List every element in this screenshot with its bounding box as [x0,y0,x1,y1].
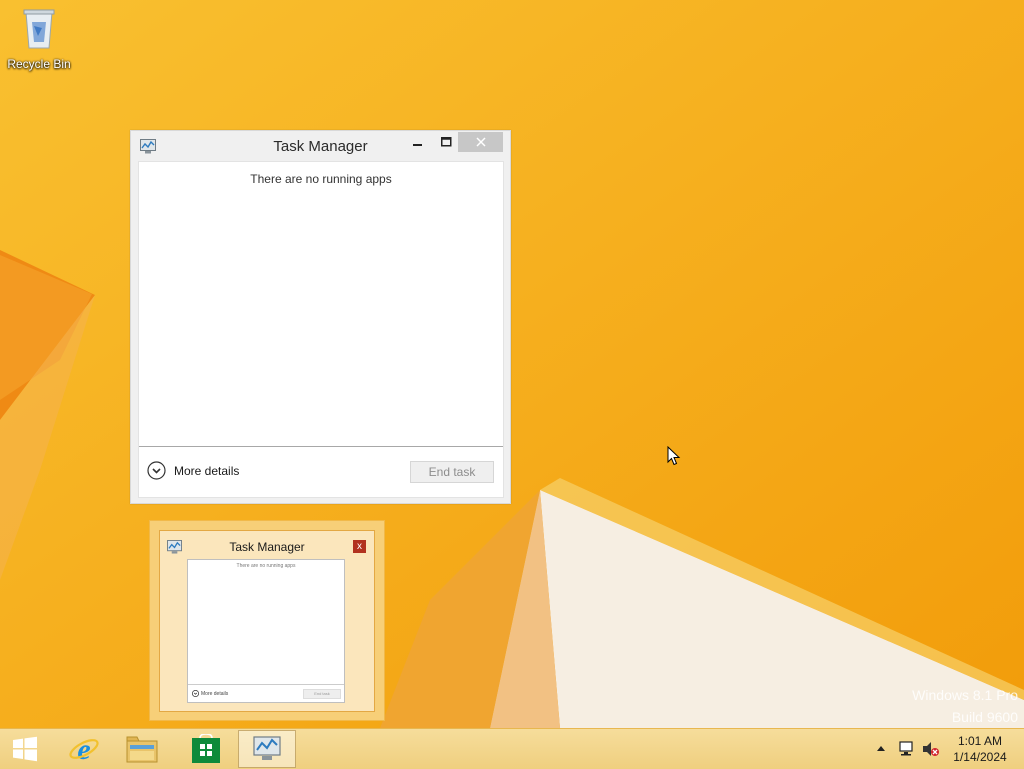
file-explorer-icon [126,736,158,763]
preview-title: Task Manager [229,540,305,554]
preview-more-details: More details [192,690,228,697]
windows-watermark: Windows 8.1 Pro Build 9600 [912,684,1018,728]
maximize-icon [440,137,451,147]
watermark-edition: Windows 8.1 Pro [912,687,1018,703]
task-manager-footer: More details End task [139,446,503,498]
preview-more-details-label: More details [201,690,229,697]
preview-thumbnail-message: There are no running apps [236,563,296,569]
recycle-bin-label: Recycle Bin [7,57,71,71]
windows-store-icon [192,734,220,763]
svg-text:e: e [77,733,90,765]
close-icon [475,137,486,147]
task-manager-window[interactable]: Task Manager There are no running apps M… [130,130,511,504]
watermark-build: Build 9600 [951,709,1018,725]
no-running-apps-message: There are no running apps [250,172,392,186]
system-clock[interactable]: 1:01 AM 1/14/2024 [948,733,1012,765]
show-hidden-icons-chevron[interactable] [876,744,886,752]
chevron-down-circle-icon [192,690,199,697]
minimize-button[interactable] [407,132,429,152]
taskbar-task-manager[interactable] [238,730,296,768]
title-bar[interactable]: Task Manager [131,131,510,161]
minimize-icon [413,144,422,146]
internet-explorer-icon: e [69,733,99,765]
task-list-area: There are no running apps More details E… [138,161,504,498]
preview-frame[interactable]: Task Manager x There are no running apps… [159,530,375,712]
network-icon[interactable] [898,741,916,757]
windows-start-icon [13,736,37,762]
desktop: Recycle Bin Task Manager There are no ru… [0,0,1024,728]
mouse-cursor-icon [667,446,681,466]
taskbar-windows-store[interactable] [180,730,232,768]
chevron-down-circle-icon [147,461,166,480]
maximize-button[interactable] [435,132,457,152]
end-task-button[interactable]: End task [410,461,494,483]
taskbar-thumbnail-preview[interactable]: Task Manager x There are no running apps… [149,520,385,721]
more-details-toggle[interactable]: More details [147,461,239,480]
preview-close-button[interactable]: x [353,540,366,553]
task-manager-icon [253,736,281,760]
preview-thumbnail-footer: More details End task [188,684,344,703]
clock-time: 1:01 AM [957,734,1003,748]
close-button[interactable] [458,132,503,152]
taskbar-internet-explorer[interactable]: e [58,730,110,768]
preview-thumbnail: There are no running apps More details E… [187,559,345,703]
start-button[interactable] [0,730,50,768]
more-details-label: More details [174,463,240,478]
preview-end-task: End task [303,689,341,699]
clock-date: 1/14/2024 [953,750,1007,764]
recycle-bin[interactable]: Recycle Bin [6,6,72,71]
taskbar-file-explorer[interactable] [116,730,168,768]
taskbar: e 1:01 AM 1/14/2024 [0,728,1024,769]
recycle-bin-icon [23,9,55,49]
volume-muted-icon[interactable] [922,741,940,757]
